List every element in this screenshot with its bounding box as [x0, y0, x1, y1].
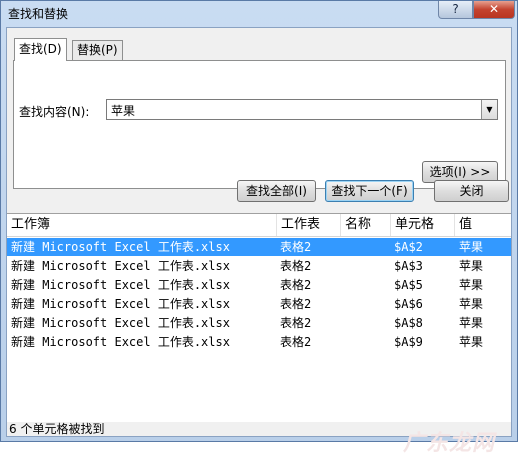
- column-header-cell[interactable]: 单元格: [391, 214, 455, 236]
- results-header: 工作簿 工作表 名称 单元格 值: [7, 214, 511, 237]
- results-list[interactable]: 工作簿 工作表 名称 单元格 值 新建 Microsoft Excel 工作表.…: [7, 213, 511, 422]
- dropdown-arrow-icon[interactable]: ▼: [481, 100, 497, 119]
- cell-sheet: 表格2: [280, 259, 312, 273]
- find-what-label: 查找内容(N):: [19, 105, 90, 119]
- cell-value: 苹果: [459, 278, 484, 292]
- table-row[interactable]: 新建 Microsoft Excel 工作表.xlsx 表格2 $A$8 苹果: [7, 314, 511, 332]
- tab-find[interactable]: 查找(D): [14, 38, 67, 61]
- table-row[interactable]: 新建 Microsoft Excel 工作表.xlsx 表格2 $A$9 苹果: [7, 333, 511, 351]
- table-row[interactable]: 新建 Microsoft Excel 工作表.xlsx 表格2 $A$5 苹果: [7, 276, 511, 294]
- cell-address: $A$9: [394, 335, 423, 349]
- dialog-title: 查找和替换: [8, 7, 69, 21]
- cell-address: $A$6: [394, 297, 423, 311]
- watermark: 广东龙网: [403, 431, 496, 456]
- cell-workbook: 新建 Microsoft Excel 工作表.xlsx: [11, 259, 230, 273]
- column-header-value[interactable]: 值: [455, 214, 511, 236]
- dialog-body: 查找(D) 替换(P) 查找内容(N): 苹果 ▼ 选项(I) >> 查找全部(…: [6, 27, 512, 456]
- cell-address: $A$3: [394, 259, 423, 273]
- cell-sheet: 表格2: [280, 278, 312, 292]
- table-row[interactable]: 新建 Microsoft Excel 工作表.xlsx 表格2 $A$6 苹果: [7, 295, 511, 313]
- find-next-button[interactable]: 查找下一个(F): [325, 180, 414, 202]
- cell-value: 苹果: [459, 259, 484, 273]
- cell-workbook: 新建 Microsoft Excel 工作表.xlsx: [11, 278, 230, 292]
- cell-workbook: 新建 Microsoft Excel 工作表.xlsx: [11, 316, 230, 330]
- close-window-button[interactable]: ✕: [473, 1, 515, 19]
- table-row[interactable]: 新建 Microsoft Excel 工作表.xlsx 表格2 $A$2 苹果: [7, 238, 511, 256]
- find-what-value: 苹果: [111, 104, 136, 118]
- cell-address: $A$8: [394, 316, 423, 330]
- cell-sheet: 表格2: [280, 240, 312, 254]
- tab-replace[interactable]: 替换(P): [72, 40, 123, 60]
- find-replace-dialog: 查找和替换 ? ✕ 查找(D) 替换(P) 查找内容(N): 苹果 ▼ 选项(I…: [0, 0, 518, 456]
- find-tab-panel: 查找内容(N): 苹果 ▼ 选项(I) >>: [13, 60, 506, 189]
- table-row[interactable]: 新建 Microsoft Excel 工作表.xlsx 表格2 $A$3 苹果: [7, 257, 511, 275]
- find-what-combobox[interactable]: 苹果 ▼: [106, 99, 498, 120]
- title-bar[interactable]: 查找和替换 ? ✕: [1, 1, 517, 27]
- cell-value: 苹果: [459, 240, 484, 254]
- cell-workbook: 新建 Microsoft Excel 工作表.xlsx: [11, 240, 230, 254]
- close-button[interactable]: 关闭: [434, 180, 509, 202]
- help-button[interactable]: ?: [438, 1, 473, 19]
- cell-address: $A$5: [394, 278, 423, 292]
- cell-workbook: 新建 Microsoft Excel 工作表.xlsx: [11, 335, 230, 349]
- cell-value: 苹果: [459, 316, 484, 330]
- column-header-name[interactable]: 名称: [341, 214, 391, 236]
- column-header-sheet[interactable]: 工作表: [277, 214, 341, 236]
- cell-workbook: 新建 Microsoft Excel 工作表.xlsx: [11, 297, 230, 311]
- cell-value: 苹果: [459, 297, 484, 311]
- find-all-button[interactable]: 查找全部(I): [237, 180, 316, 202]
- cell-sheet: 表格2: [280, 297, 312, 311]
- cell-sheet: 表格2: [280, 316, 312, 330]
- cell-value: 苹果: [459, 335, 484, 349]
- cell-address: $A$2: [394, 240, 423, 254]
- column-header-workbook[interactable]: 工作簿: [7, 214, 277, 236]
- cell-sheet: 表格2: [280, 335, 312, 349]
